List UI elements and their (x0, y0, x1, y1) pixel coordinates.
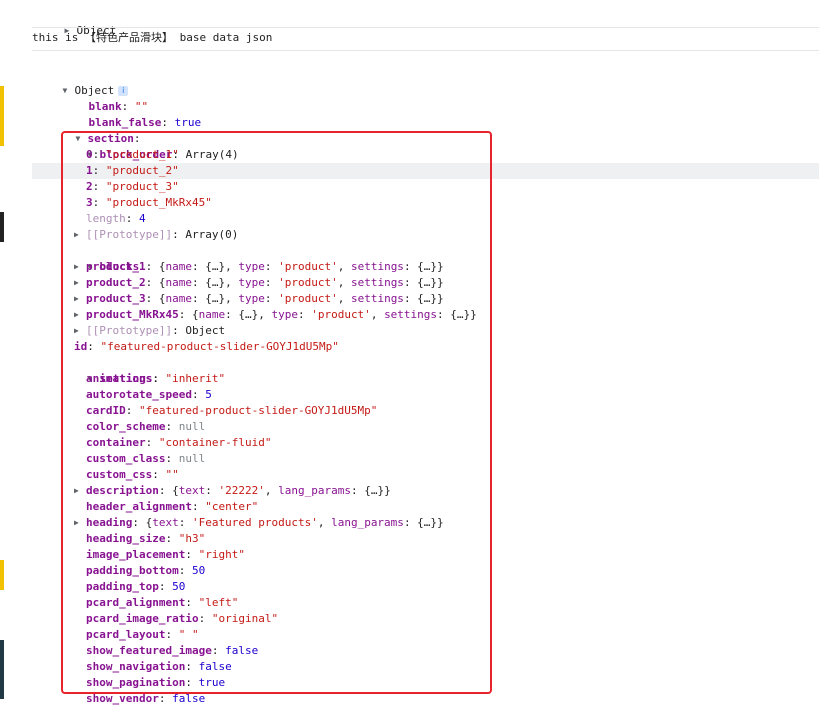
settings-row[interactable]: show_pagination: true (86, 675, 819, 691)
expand-triangle-icon[interactable]: ▶ (74, 515, 86, 531)
array-prototype[interactable]: ▶ [[Prototype]]: Array(0) (74, 227, 819, 243)
settings-row[interactable]: container: "container-fluid" (86, 435, 819, 451)
settings-row[interactable]: show_featured_image: false (86, 643, 819, 659)
settings-row[interactable]: pcard_image_ratio: "original" (86, 611, 819, 627)
object-root-row[interactable]: ▼ Object i (36, 67, 819, 97)
left-window-edge (0, 0, 5, 699)
block-entry[interactable]: ▶ product_3: {name: {…}, type: 'product',… (74, 291, 819, 307)
settings-row[interactable]: cardID: "featured-product-slider-GOYJ1dU… (86, 403, 819, 419)
settings-row[interactable]: ▶ heading: {text: 'Featured products', la… (74, 515, 819, 531)
array-item[interactable]: 0: "product_1" (86, 147, 819, 163)
collapsed-object-row[interactable]: ▶ Object (38, 7, 819, 37)
settings-row[interactable]: animations: "inherit" (86, 371, 819, 387)
prop-section[interactable]: ▼ section: (49, 115, 819, 145)
devtools-console: ▶ Object this is 【特色产品滑块】 base data json … (32, 0, 819, 705)
settings-row[interactable]: image_placement: "right" (86, 547, 819, 563)
expand-triangle-icon[interactable]: ▶ (74, 483, 86, 499)
expand-triangle-icon[interactable]: ▶ (74, 227, 86, 243)
prop-block-order[interactable]: ▼ block_order: Array(4) (61, 131, 819, 161)
blocks-prototype[interactable]: ▶ [[Prototype]]: Object (74, 323, 819, 339)
console-log-message: this is 【特色产品滑块】 base data json (32, 31, 273, 44)
settings-row[interactable]: pcard_alignment: "left" (86, 595, 819, 611)
block-entry[interactable]: ▶ product_MkRx45: {name: {…}, type: 'prod… (74, 307, 819, 323)
array-item[interactable]: 3: "product_MkRx45" (86, 195, 819, 211)
settings-row[interactable]: ▶ description: {text: '22222', lang_param… (74, 483, 819, 499)
expand-triangle-icon[interactable]: ▶ (74, 291, 86, 307)
log-separator (32, 27, 819, 28)
prop-blank[interactable]: blank: "" (62, 83, 819, 113)
settings-row[interactable]: padding_bottom: 50 (86, 563, 819, 579)
expand-triangle-icon[interactable]: ▶ (74, 323, 86, 339)
settings-row[interactable]: heading_size: "h3" (86, 531, 819, 547)
settings-row[interactable]: show_vendor: false (86, 691, 819, 707)
block-entry[interactable]: ▶ product_1: {name: {…}, type: 'product',… (74, 259, 819, 275)
settings-row[interactable]: show_navigation: false (86, 659, 819, 675)
block-entry[interactable]: ▶ product_2: {name: {…}, type: 'product',… (74, 275, 819, 291)
array-item[interactable]: 1: "product_2" (86, 163, 819, 179)
expand-triangle-icon[interactable]: ▶ (74, 307, 86, 323)
settings-row[interactable]: custom_css: "" (86, 467, 819, 483)
array-length[interactable]: length: 4 (86, 211, 819, 227)
prop-settings[interactable]: ▼ settings: (61, 355, 819, 385)
prop-blocks[interactable]: ▼ blocks: (61, 243, 819, 273)
array-item[interactable]: 2: "product_3" (86, 179, 819, 195)
settings-row[interactable]: color_scheme: null (86, 419, 819, 435)
settings-row[interactable]: padding_top: 50 (86, 579, 819, 595)
settings-row[interactable]: autorotate_speed: 5 (86, 387, 819, 403)
log-separator (32, 50, 819, 51)
prop-id[interactable]: id: "featured-product-slider-GOYJ1dU5Mp" (74, 339, 819, 355)
expand-triangle-icon[interactable]: ▶ (74, 275, 86, 291)
prop-blank-false[interactable]: blank_false: true (62, 99, 819, 129)
expand-triangle-icon[interactable]: ▶ (74, 259, 86, 275)
settings-row[interactable]: pcard_layout: " " (86, 627, 819, 643)
settings-row[interactable]: custom_class: null (86, 451, 819, 467)
settings-row[interactable]: header_alignment: "center" (86, 499, 819, 515)
